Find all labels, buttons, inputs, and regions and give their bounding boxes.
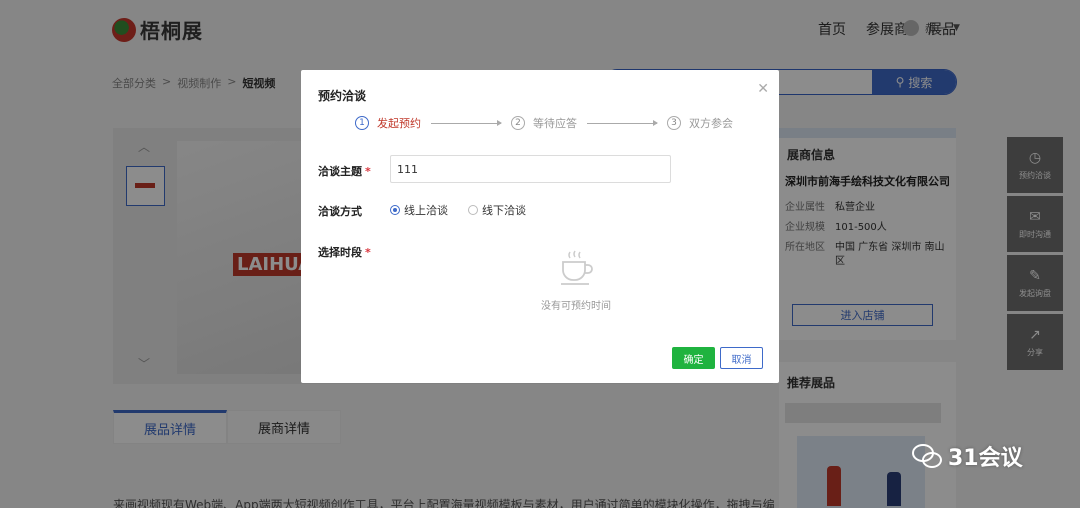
- required-mark: *: [365, 165, 371, 178]
- topic-input[interactable]: [390, 155, 671, 183]
- radio-label: 线上洽谈: [404, 204, 448, 217]
- time-slot-label: 选择时段 *: [318, 244, 371, 260]
- empty-state: 没有可预约时间: [531, 248, 621, 312]
- step-arrow: [431, 119, 502, 126]
- book-meeting-modal: 预约洽谈 ✕ 1 发起预约 2 等待应答 3 双方参会 洽谈主题* 洽谈方式 线…: [301, 70, 779, 383]
- radio-online[interactable]: 线上洽谈: [390, 202, 448, 218]
- step-label: 发起预约: [377, 117, 421, 130]
- step-arrow: [587, 119, 658, 126]
- step-label: 等待应答: [533, 117, 577, 130]
- modal-title: 预约洽谈: [318, 89, 367, 103]
- progress-steps: 1 发起预约 2 等待应答 3 双方参会: [355, 115, 733, 131]
- radio-button: [390, 205, 400, 215]
- coffee-cup-icon: [561, 250, 593, 285]
- method-label: 洽谈方式: [318, 205, 362, 218]
- method-radio-group: 线上洽谈 线下洽谈: [390, 202, 526, 218]
- step-number: 3: [667, 116, 681, 130]
- empty-state-text: 没有可预约时间: [541, 301, 611, 312]
- required-mark: *: [365, 246, 371, 259]
- time-slot-label-text: 选择时段: [318, 246, 362, 259]
- step-both-attend: 3 双方参会: [667, 115, 733, 131]
- radio-button: [468, 205, 478, 215]
- confirm-button[interactable]: 确定: [672, 347, 715, 369]
- cancel-button[interactable]: 取消: [720, 347, 763, 369]
- close-icon[interactable]: ✕: [757, 81, 769, 97]
- wechat-icon: [912, 444, 942, 468]
- step-initiate: 1 发起预约: [355, 115, 421, 131]
- radio-label: 线下洽谈: [482, 204, 526, 217]
- step-label: 双方参会: [689, 117, 733, 130]
- watermark-text: 31会议: [948, 446, 1023, 471]
- radio-offline[interactable]: 线下洽谈: [468, 202, 526, 218]
- watermark: 31会议: [912, 440, 1023, 472]
- step-number: 2: [511, 116, 525, 130]
- step-number: 1: [355, 116, 369, 130]
- step-await-response: 2 等待应答: [511, 115, 577, 131]
- topic-label: 洽谈主题 *: [318, 163, 371, 179]
- topic-label-text: 洽谈主题: [318, 165, 362, 178]
